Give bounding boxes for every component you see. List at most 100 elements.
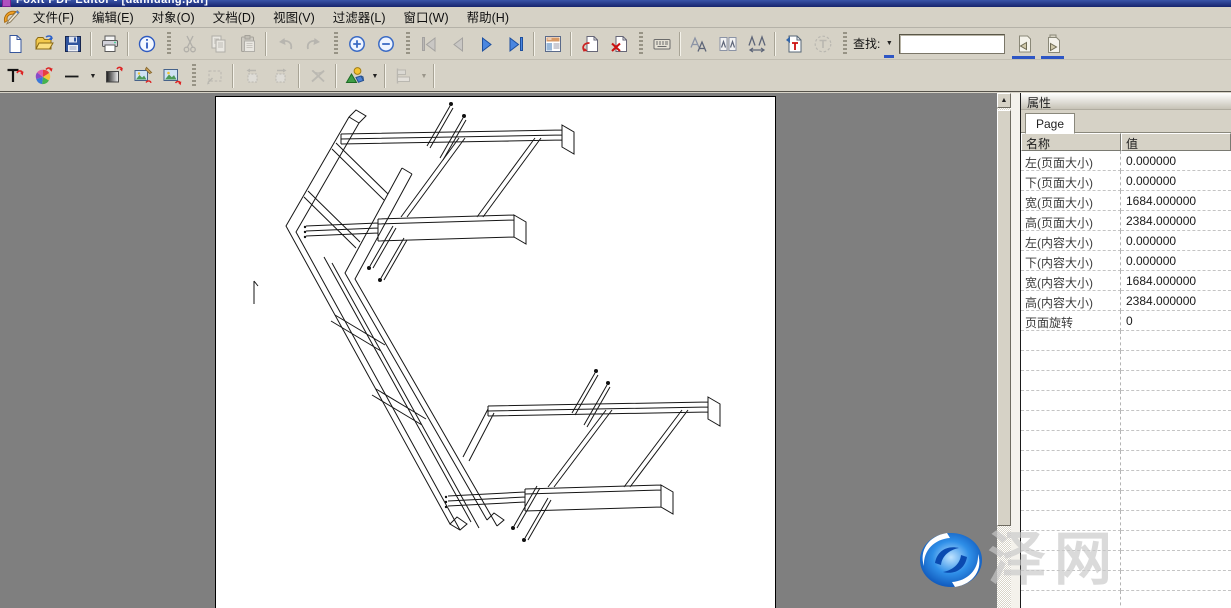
toolbar-separator [90,32,92,56]
delete-object-icon [308,66,328,86]
menu-item-6[interactable]: 窗口(W) [395,5,458,29]
menu-item-5[interactable]: 过滤器(L) [324,5,395,29]
property-value[interactable]: 1684.000000 [1121,271,1231,291]
property-value[interactable]: 0.000000 [1121,151,1231,171]
property-row-empty [1021,471,1231,491]
property-row[interactable]: 左(内容大小)0.000000 [1021,231,1231,251]
open-document-button[interactable] [30,31,57,57]
delete-object-button[interactable] [304,63,331,89]
text-cursor-tool-button[interactable] [809,31,836,57]
line-style-button[interactable] [59,63,86,89]
rotate-left-button[interactable] [238,63,265,89]
property-value[interactable]: 0.000000 [1121,251,1231,271]
add-text-button[interactable] [1,63,28,89]
scrollbar-thumb[interactable] [997,110,1011,526]
find-input[interactable] [899,34,1005,54]
find-previous-button[interactable] [1010,31,1037,57]
new-document-icon [5,34,25,54]
menu-item-2[interactable]: 对象(O) [143,5,204,29]
property-value[interactable]: 0 [1121,311,1231,331]
menu-item-3[interactable]: 文档(D) [204,5,264,29]
undo-button[interactable] [271,31,298,57]
add-shape-button[interactable] [341,63,368,89]
add-shading-button[interactable] [100,63,127,89]
toolbar-grip-handle[interactable] [639,32,643,56]
bolt-heads [304,102,610,542]
dropdown-arrow-icon[interactable]: ▼ [87,65,99,87]
align-objects-button[interactable] [390,63,417,89]
save-document-button[interactable] [59,31,86,57]
next-page-button[interactable] [473,31,500,57]
property-value[interactable]: 2384.000000 [1121,291,1231,311]
toolbar-grip-handle[interactable] [167,32,171,56]
paste-button[interactable] [234,31,261,57]
redo-button[interactable] [300,31,327,57]
edit-object-button[interactable] [201,63,228,89]
property-value[interactable]: 0.000000 [1121,171,1231,191]
edit-color-button[interactable] [30,63,57,89]
property-row[interactable]: 左(页面大小)0.000000 [1021,151,1231,171]
rotate-right-button[interactable] [267,63,294,89]
new-document-button[interactable] [1,31,28,57]
char-spacing-button[interactable] [743,31,770,57]
scroll-up-button[interactable]: ▲ [997,93,1011,108]
copy-button[interactable] [205,31,232,57]
tab-page[interactable]: Page [1025,113,1075,134]
previous-page-button[interactable] [444,31,471,57]
property-row[interactable]: 宽(页面大小)1684.000000 [1021,191,1231,211]
property-value[interactable]: 2384.000000 [1121,211,1231,231]
cut-button[interactable] [176,31,203,57]
property-row[interactable]: 页面旋转0 [1021,311,1231,331]
virtual-keyboard-icon [652,34,672,54]
menu-item-1[interactable]: 编辑(E) [83,5,143,29]
match-font-button[interactable] [714,31,741,57]
page-thumbnails-button[interactable] [539,31,566,57]
panel-splitter[interactable] [1011,93,1020,608]
delete-page-button[interactable] [605,31,632,57]
next-page-icon [477,34,497,54]
print-button[interactable] [96,31,123,57]
toolbar-grip-handle[interactable] [334,32,338,56]
insert-page-button[interactable] [576,31,603,57]
document-info-button[interactable] [133,31,160,57]
app-window-icon [2,0,11,7]
first-page-button[interactable] [415,31,442,57]
last-page-button[interactable] [502,31,529,57]
toolbar-separator [265,32,267,56]
find-label: 查找: [853,35,880,52]
dropdown-arrow-icon[interactable]: ▼ [418,65,430,87]
insert-text-button[interactable] [780,31,807,57]
find-next-button[interactable] [1039,31,1066,57]
add-image-button[interactable] [158,63,185,89]
toolbar-grip-handle[interactable] [192,64,196,88]
edit-image-button[interactable] [129,63,156,89]
property-value-empty [1121,491,1231,511]
property-row[interactable]: 下(内容大小)0.000000 [1021,251,1231,271]
replace-font-button[interactable] [685,31,712,57]
app-logo-icon [2,8,20,26]
document-page[interactable] [215,96,776,608]
toolbar-grip-handle[interactable] [843,32,847,56]
toolbar-grip-handle[interactable] [406,32,410,56]
menu-item-4[interactable]: 视图(V) [264,5,324,29]
property-row[interactable]: 宽(内容大小)1684.000000 [1021,271,1231,291]
property-row[interactable]: 下(页面大小)0.000000 [1021,171,1231,191]
properties-grid-header: 名称 值 [1021,133,1231,151]
dropdown-arrow-icon[interactable]: ▼ [883,33,895,55]
toolbar-separator [774,32,776,56]
property-row[interactable]: 高(页面大小)2384.000000 [1021,211,1231,231]
zoom-out-button[interactable] [372,31,399,57]
zoom-in-button[interactable] [343,31,370,57]
insert-page-icon [580,34,600,54]
property-value[interactable]: 0.000000 [1121,231,1231,251]
vertical-scrollbar[interactable]: ▲ [997,93,1011,608]
property-row-empty [1021,351,1231,371]
property-name-empty [1021,551,1121,571]
property-value-empty [1121,411,1231,431]
virtual-keyboard-button[interactable] [648,31,675,57]
menu-item-0[interactable]: 文件(F) [24,5,83,29]
property-row[interactable]: 高(内容大小)2384.000000 [1021,291,1231,311]
property-value[interactable]: 1684.000000 [1121,191,1231,211]
dropdown-arrow-icon[interactable]: ▼ [369,65,381,87]
menu-item-7[interactable]: 帮助(H) [458,5,518,29]
